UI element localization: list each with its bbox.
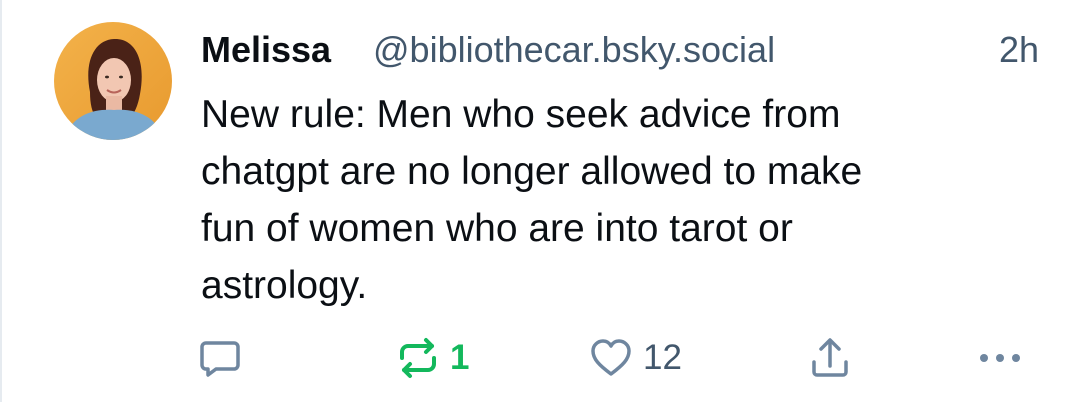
author-name[interactable]: Melissa xyxy=(201,27,331,73)
more-icon xyxy=(980,354,1020,362)
repost-count: 1 xyxy=(450,338,470,377)
like-count: 12 xyxy=(643,338,682,377)
avatar[interactable] xyxy=(54,22,172,140)
post-actions: 1 12 xyxy=(2,332,1080,384)
like-button[interactable]: 12 xyxy=(587,332,682,384)
repost-icon xyxy=(400,338,436,378)
share-button[interactable] xyxy=(806,332,854,384)
heart-icon xyxy=(591,339,631,376)
repost-button[interactable]: 1 xyxy=(394,332,469,384)
reply-icon xyxy=(200,341,240,377)
share-icon xyxy=(812,338,848,377)
post-text: New rule: Men who seek advice from chatg… xyxy=(201,93,863,307)
reply-button[interactable] xyxy=(196,332,244,384)
more-options-button[interactable] xyxy=(974,332,1026,384)
post-timestamp[interactable]: 2h xyxy=(999,27,1039,73)
avatar-image xyxy=(54,22,172,140)
author-handle[interactable]: @bibliothecar.bsky.social xyxy=(373,27,775,73)
post-header: Melissa @bibliothecar.bsky.social 2h xyxy=(201,27,1051,75)
post-card[interactable]: Melissa @bibliothecar.bsky.social 2h New… xyxy=(0,0,1080,402)
